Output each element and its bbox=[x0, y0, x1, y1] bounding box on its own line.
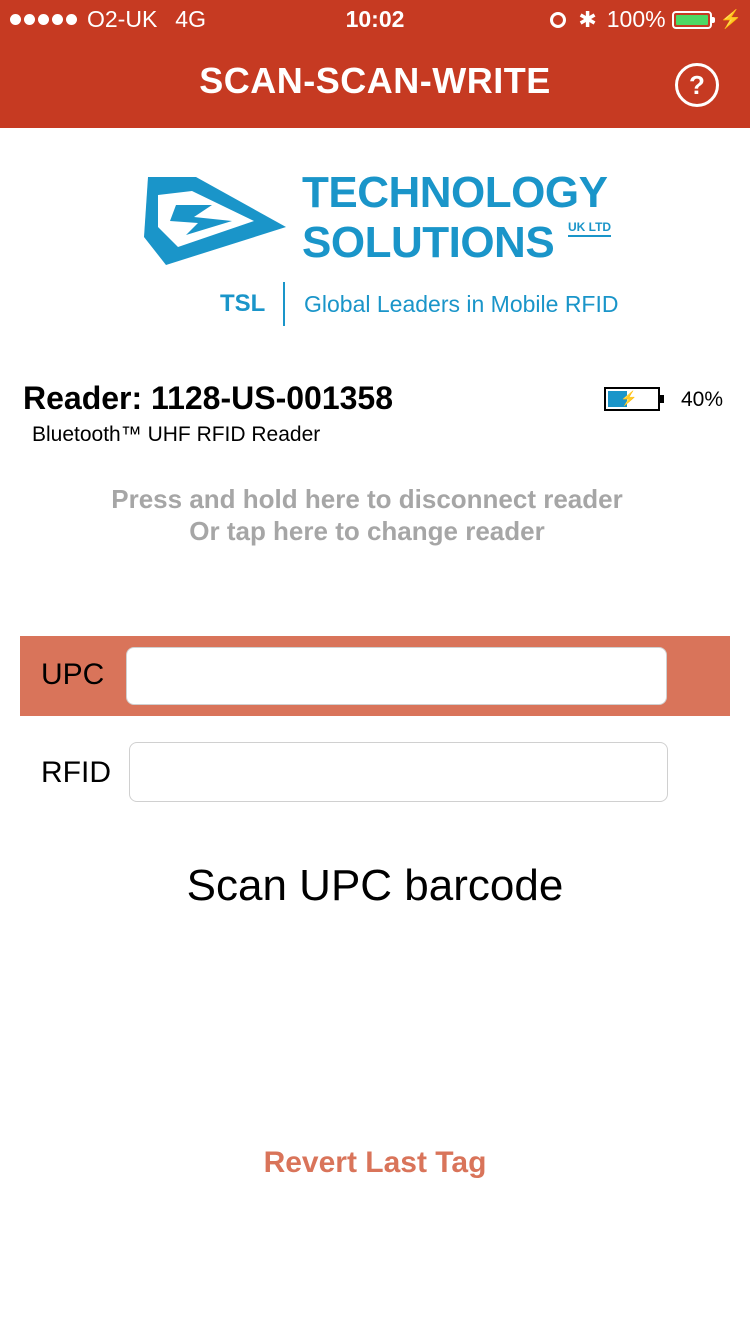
rfid-label: RFID bbox=[41, 756, 111, 789]
battery-icon bbox=[671, 10, 715, 29]
upc-label: UPC bbox=[41, 658, 105, 691]
logo-tagline: Global Leaders in Mobile RFID bbox=[304, 291, 619, 317]
tsl-logo-mark-icon bbox=[144, 177, 286, 265]
battery-percent: 100% bbox=[606, 6, 666, 32]
navigation-bar: O2-UK 4G 10:02 ✱ 100% ⚡ SCAN-SCAN-WRITE … bbox=[0, 0, 750, 128]
scan-instruction: Scan UPC barcode bbox=[186, 861, 564, 910]
reader-battery-icon: ⚡ bbox=[604, 387, 664, 411]
upc-row: UPC bbox=[20, 636, 730, 716]
company-logo: TECHNOLOGY SOLUTIONS UK LTD TSL Global L… bbox=[136, 160, 626, 335]
change-reader-hint[interactable]: Or tap here to change reader bbox=[0, 516, 734, 547]
logo-tsl: TSL bbox=[220, 290, 266, 317]
help-button[interactable]: ? bbox=[675, 63, 719, 107]
reader-charge-mark: ⚡ bbox=[620, 390, 638, 406]
logo-text-technology: TECHNOLOGY bbox=[302, 168, 608, 217]
reader-battery-percent: 40% bbox=[681, 388, 724, 411]
rfid-input[interactable] bbox=[129, 742, 668, 802]
status-bar: O2-UK 4G 10:02 ✱ 100% ⚡ bbox=[0, 0, 750, 40]
reader-name[interactable]: Reader: 1128-US-001358 bbox=[23, 380, 393, 417]
page-title: SCAN-SCAN-WRITE bbox=[199, 60, 551, 101]
revert-last-tag-button[interactable]: Revert Last Tag bbox=[0, 1146, 750, 1180]
reader-type: Bluetooth™ UHF RFID Reader bbox=[32, 423, 321, 446]
logo-divider bbox=[283, 282, 285, 326]
alarm-icon bbox=[550, 11, 567, 28]
logo-text-solutions: SOLUTIONS bbox=[302, 218, 555, 267]
logo-uk-ltd: UK LTD bbox=[568, 220, 612, 237]
disconnect-reader-hint[interactable]: Press and hold here to disconnect reader bbox=[0, 484, 734, 515]
bluetooth-icon: ✱ bbox=[578, 6, 597, 32]
charging-icon: ⚡ bbox=[719, 9, 742, 29]
upc-input[interactable] bbox=[126, 647, 667, 705]
status-right: ✱ 100% ⚡ bbox=[550, 6, 742, 33]
